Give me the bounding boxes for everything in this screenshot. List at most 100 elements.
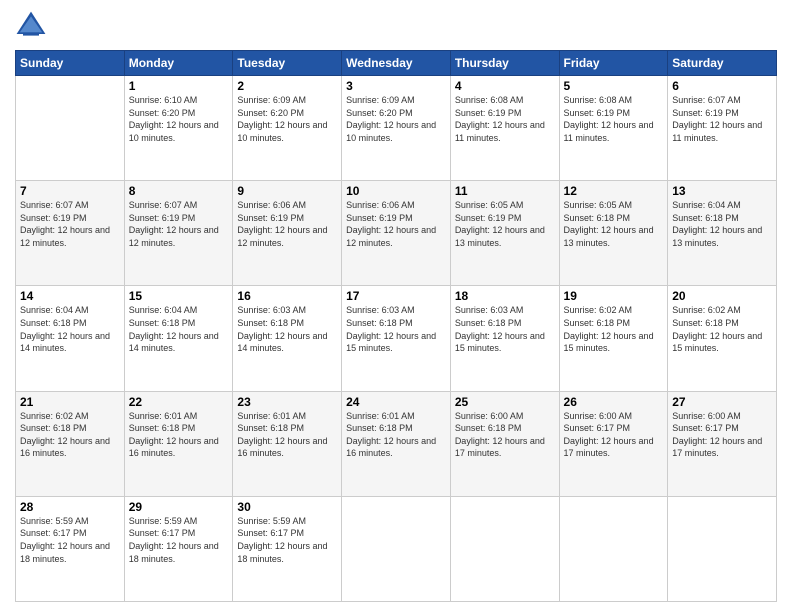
- day-info: Sunrise: 6:02 AMSunset: 6:18 PMDaylight:…: [672, 304, 772, 354]
- calendar-cell: 27Sunrise: 6:00 AMSunset: 6:17 PMDayligh…: [668, 391, 777, 496]
- calendar-cell: 3Sunrise: 6:09 AMSunset: 6:20 PMDaylight…: [342, 76, 451, 181]
- calendar-cell: 9Sunrise: 6:06 AMSunset: 6:19 PMDaylight…: [233, 181, 342, 286]
- page: SundayMondayTuesdayWednesdayThursdayFrid…: [0, 0, 792, 612]
- day-number: 24: [346, 395, 446, 409]
- day-number: 27: [672, 395, 772, 409]
- calendar-cell: 12Sunrise: 6:05 AMSunset: 6:18 PMDayligh…: [559, 181, 668, 286]
- header-row: SundayMondayTuesdayWednesdayThursdayFrid…: [16, 51, 777, 76]
- day-info: Sunrise: 6:01 AMSunset: 6:18 PMDaylight:…: [237, 410, 337, 460]
- day-info: Sunrise: 6:08 AMSunset: 6:19 PMDaylight:…: [455, 94, 555, 144]
- day-number: 8: [129, 184, 229, 198]
- day-info: Sunrise: 6:01 AMSunset: 6:18 PMDaylight:…: [129, 410, 229, 460]
- day-number: 11: [455, 184, 555, 198]
- day-info: Sunrise: 6:00 AMSunset: 6:17 PMDaylight:…: [672, 410, 772, 460]
- day-info: Sunrise: 6:10 AMSunset: 6:20 PMDaylight:…: [129, 94, 229, 144]
- day-info: Sunrise: 6:05 AMSunset: 6:19 PMDaylight:…: [455, 199, 555, 249]
- calendar-cell: 17Sunrise: 6:03 AMSunset: 6:18 PMDayligh…: [342, 286, 451, 391]
- day-number: 23: [237, 395, 337, 409]
- day-info: Sunrise: 6:07 AMSunset: 6:19 PMDaylight:…: [20, 199, 120, 249]
- day-number: 2: [237, 79, 337, 93]
- day-header-tuesday: Tuesday: [233, 51, 342, 76]
- day-number: 28: [20, 500, 120, 514]
- day-number: 1: [129, 79, 229, 93]
- day-number: 14: [20, 289, 120, 303]
- day-info: Sunrise: 6:06 AMSunset: 6:19 PMDaylight:…: [346, 199, 446, 249]
- day-number: 5: [564, 79, 664, 93]
- day-info: Sunrise: 6:02 AMSunset: 6:18 PMDaylight:…: [20, 410, 120, 460]
- day-number: 15: [129, 289, 229, 303]
- calendar-cell: 24Sunrise: 6:01 AMSunset: 6:18 PMDayligh…: [342, 391, 451, 496]
- day-header-monday: Monday: [124, 51, 233, 76]
- day-info: Sunrise: 6:09 AMSunset: 6:20 PMDaylight:…: [237, 94, 337, 144]
- day-number: 13: [672, 184, 772, 198]
- day-info: Sunrise: 5:59 AMSunset: 6:17 PMDaylight:…: [237, 515, 337, 565]
- calendar-cell: 18Sunrise: 6:03 AMSunset: 6:18 PMDayligh…: [450, 286, 559, 391]
- day-number: 22: [129, 395, 229, 409]
- calendar-cell: 5Sunrise: 6:08 AMSunset: 6:19 PMDaylight…: [559, 76, 668, 181]
- day-number: 16: [237, 289, 337, 303]
- day-info: Sunrise: 6:03 AMSunset: 6:18 PMDaylight:…: [346, 304, 446, 354]
- calendar-cell: 14Sunrise: 6:04 AMSunset: 6:18 PMDayligh…: [16, 286, 125, 391]
- day-number: 10: [346, 184, 446, 198]
- day-info: Sunrise: 6:09 AMSunset: 6:20 PMDaylight:…: [346, 94, 446, 144]
- day-info: Sunrise: 5:59 AMSunset: 6:17 PMDaylight:…: [20, 515, 120, 565]
- calendar-cell: 23Sunrise: 6:01 AMSunset: 6:18 PMDayligh…: [233, 391, 342, 496]
- calendar-cell: 13Sunrise: 6:04 AMSunset: 6:18 PMDayligh…: [668, 181, 777, 286]
- day-info: Sunrise: 6:02 AMSunset: 6:18 PMDaylight:…: [564, 304, 664, 354]
- calendar-cell: [342, 496, 451, 601]
- day-number: 20: [672, 289, 772, 303]
- logo: [15, 10, 51, 42]
- day-number: 30: [237, 500, 337, 514]
- day-header-sunday: Sunday: [16, 51, 125, 76]
- calendar-cell: 29Sunrise: 5:59 AMSunset: 6:17 PMDayligh…: [124, 496, 233, 601]
- calendar-cell: 4Sunrise: 6:08 AMSunset: 6:19 PMDaylight…: [450, 76, 559, 181]
- day-info: Sunrise: 6:07 AMSunset: 6:19 PMDaylight:…: [672, 94, 772, 144]
- calendar-cell: 28Sunrise: 5:59 AMSunset: 6:17 PMDayligh…: [16, 496, 125, 601]
- day-header-saturday: Saturday: [668, 51, 777, 76]
- week-row-0: 1Sunrise: 6:10 AMSunset: 6:20 PMDaylight…: [16, 76, 777, 181]
- calendar-cell: 16Sunrise: 6:03 AMSunset: 6:18 PMDayligh…: [233, 286, 342, 391]
- day-number: 17: [346, 289, 446, 303]
- week-row-2: 14Sunrise: 6:04 AMSunset: 6:18 PMDayligh…: [16, 286, 777, 391]
- day-info: Sunrise: 6:04 AMSunset: 6:18 PMDaylight:…: [672, 199, 772, 249]
- day-info: Sunrise: 6:04 AMSunset: 6:18 PMDaylight:…: [20, 304, 120, 354]
- day-info: Sunrise: 6:00 AMSunset: 6:17 PMDaylight:…: [564, 410, 664, 460]
- day-info: Sunrise: 6:01 AMSunset: 6:18 PMDaylight:…: [346, 410, 446, 460]
- day-number: 6: [672, 79, 772, 93]
- day-number: 18: [455, 289, 555, 303]
- day-header-friday: Friday: [559, 51, 668, 76]
- day-info: Sunrise: 6:06 AMSunset: 6:19 PMDaylight:…: [237, 199, 337, 249]
- day-number: 19: [564, 289, 664, 303]
- day-info: Sunrise: 5:59 AMSunset: 6:17 PMDaylight:…: [129, 515, 229, 565]
- week-row-1: 7Sunrise: 6:07 AMSunset: 6:19 PMDaylight…: [16, 181, 777, 286]
- day-number: 21: [20, 395, 120, 409]
- day-number: 7: [20, 184, 120, 198]
- calendar-cell: 21Sunrise: 6:02 AMSunset: 6:18 PMDayligh…: [16, 391, 125, 496]
- calendar-cell: 7Sunrise: 6:07 AMSunset: 6:19 PMDaylight…: [16, 181, 125, 286]
- day-info: Sunrise: 6:03 AMSunset: 6:18 PMDaylight:…: [455, 304, 555, 354]
- calendar-cell: [668, 496, 777, 601]
- day-number: 26: [564, 395, 664, 409]
- calendar-cell: 19Sunrise: 6:02 AMSunset: 6:18 PMDayligh…: [559, 286, 668, 391]
- calendar-cell: 10Sunrise: 6:06 AMSunset: 6:19 PMDayligh…: [342, 181, 451, 286]
- calendar-cell: 6Sunrise: 6:07 AMSunset: 6:19 PMDaylight…: [668, 76, 777, 181]
- day-info: Sunrise: 6:03 AMSunset: 6:18 PMDaylight:…: [237, 304, 337, 354]
- day-number: 25: [455, 395, 555, 409]
- day-number: 29: [129, 500, 229, 514]
- day-number: 4: [455, 79, 555, 93]
- calendar-cell: 11Sunrise: 6:05 AMSunset: 6:19 PMDayligh…: [450, 181, 559, 286]
- calendar-cell: 2Sunrise: 6:09 AMSunset: 6:20 PMDaylight…: [233, 76, 342, 181]
- week-row-4: 28Sunrise: 5:59 AMSunset: 6:17 PMDayligh…: [16, 496, 777, 601]
- calendar-cell: 25Sunrise: 6:00 AMSunset: 6:18 PMDayligh…: [450, 391, 559, 496]
- day-info: Sunrise: 6:00 AMSunset: 6:18 PMDaylight:…: [455, 410, 555, 460]
- calendar-cell: [16, 76, 125, 181]
- calendar-cell: 8Sunrise: 6:07 AMSunset: 6:19 PMDaylight…: [124, 181, 233, 286]
- calendar-cell: [559, 496, 668, 601]
- calendar-cell: 22Sunrise: 6:01 AMSunset: 6:18 PMDayligh…: [124, 391, 233, 496]
- day-info: Sunrise: 6:05 AMSunset: 6:18 PMDaylight:…: [564, 199, 664, 249]
- day-header-wednesday: Wednesday: [342, 51, 451, 76]
- calendar-cell: 15Sunrise: 6:04 AMSunset: 6:18 PMDayligh…: [124, 286, 233, 391]
- logo-icon: [15, 10, 47, 42]
- header: [15, 10, 777, 42]
- day-number: 9: [237, 184, 337, 198]
